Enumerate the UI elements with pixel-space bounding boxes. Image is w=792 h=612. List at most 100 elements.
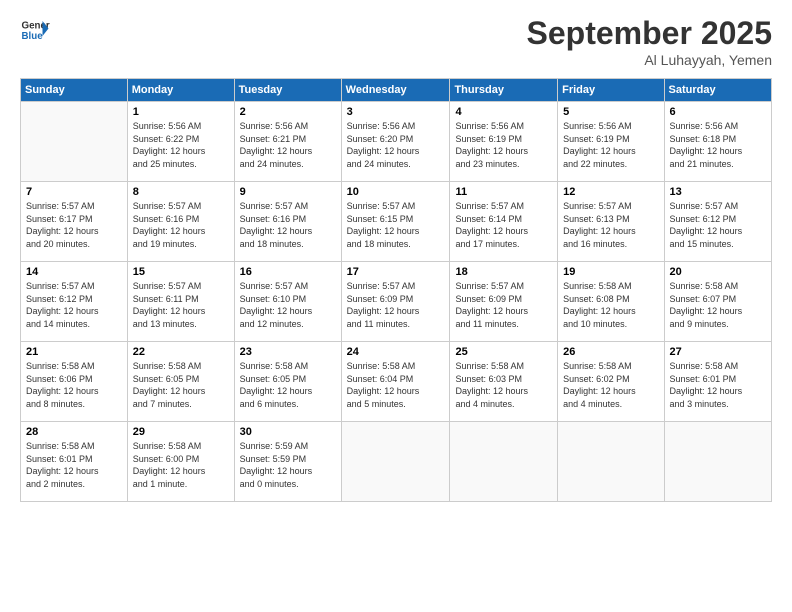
day-info: Sunrise: 5:58 AM Sunset: 6:04 PM Dayligh… (347, 360, 445, 410)
table-row: 19 Sunrise: 5:58 AM Sunset: 6:08 PM Dayli… (558, 262, 664, 342)
table-row: 6Sunrise: 5:56 AM Sunset: 6:18 PM Daylig… (664, 102, 771, 182)
day-info: Sunrise: 5:57 AM Sunset: 6:15 PM Dayligh… (347, 200, 445, 250)
day-number: 10 (347, 186, 445, 198)
table-row: 1 Sunrise: 5:56 AM Sunset: 6:22 PM Daylig… (127, 102, 234, 182)
table-row: 18 Sunrise: 5:57 AM Sunset: 6:09 PM Dayli… (450, 262, 558, 342)
calendar-table: Sunday Monday Tuesday Wednesday Thursday… (20, 78, 772, 502)
logo-icon: General Blue (20, 15, 50, 45)
day-info: Sunrise: 5:58 AM Sunset: 6:06 PM Dayligh… (26, 360, 122, 410)
calendar-week-row: 14 Sunrise: 5:57 AM Sunset: 6:12 PM Dayli… (21, 262, 772, 342)
svg-text:Blue: Blue (22, 31, 44, 42)
day-number: 11 (455, 186, 552, 198)
day-info: Sunrise: 5:58 AM Sunset: 6:00 PM Dayligh… (133, 440, 229, 490)
day-info: Sunrise: 5:56 AM Sunset: 6:22 PM Dayligh… (133, 120, 229, 170)
table-row: 26 Sunrise: 5:58 AM Sunset: 6:02 PM Dayli… (558, 342, 664, 422)
table-row: 27 Sunrise: 5:58 AM Sunset: 6:01 PM Dayli… (664, 342, 771, 422)
table-row: 14 Sunrise: 5:57 AM Sunset: 6:12 PM Dayli… (21, 262, 128, 342)
table-row: 8 Sunrise: 5:57 AM Sunset: 6:16 PM Daylig… (127, 182, 234, 262)
day-info: Sunrise: 5:56 AM Sunset: 6:21 PM Dayligh… (240, 120, 336, 170)
day-info: Sunrise: 5:57 AM Sunset: 6:09 PM Dayligh… (347, 280, 445, 330)
day-info: Sunrise: 5:56 AM Sunset: 6:19 PM Dayligh… (455, 120, 552, 170)
table-row (558, 422, 664, 502)
table-row: 30 Sunrise: 5:59 AM Sunset: 5:59 PM Dayli… (234, 422, 341, 502)
table-row: 20Sunrise: 5:58 AM Sunset: 6:07 PM Dayli… (664, 262, 771, 342)
day-info: Sunrise: 5:58 AM Sunset: 6:05 PM Dayligh… (240, 360, 336, 410)
day-number: 2 (240, 106, 336, 118)
day-number: 23 (240, 346, 336, 358)
table-row: 28Sunrise: 5:58 AM Sunset: 6:01 PM Dayli… (21, 422, 128, 502)
logo: General Blue (20, 15, 50, 45)
table-row: 23 Sunrise: 5:58 AM Sunset: 6:05 PM Dayli… (234, 342, 341, 422)
calendar-header-row: Sunday Monday Tuesday Wednesday Thursday… (21, 79, 772, 102)
day-number: 17 (347, 266, 445, 278)
day-info: Sunrise: 5:57 AM Sunset: 6:11 PM Dayligh… (133, 280, 229, 330)
day-info: Sunrise: 5:56 AM Sunset: 6:19 PM Dayligh… (563, 120, 658, 170)
day-info: Sunrise: 5:58 AM Sunset: 6:05 PM Dayligh… (133, 360, 229, 410)
day-number: 30 (240, 426, 336, 438)
calendar-week-row: 7 Sunrise: 5:57 AM Sunset: 6:17 PM Daylig… (21, 182, 772, 262)
header: General Blue September 2025 Al Luhayyah,… (20, 15, 772, 68)
page: General Blue September 2025 Al Luhayyah,… (0, 0, 792, 612)
table-row (664, 422, 771, 502)
day-number: 1 (133, 106, 229, 118)
day-number: 26 (563, 346, 658, 358)
day-info: Sunrise: 5:56 AM Sunset: 6:20 PM Dayligh… (347, 120, 445, 170)
day-number: 7 (26, 186, 122, 198)
day-number: 4 (455, 106, 552, 118)
day-number: 29 (133, 426, 229, 438)
day-number: 12 (563, 186, 658, 198)
day-number: 5 (563, 106, 658, 118)
day-number: 9 (240, 186, 336, 198)
day-info: Sunrise: 5:58 AM Sunset: 6:01 PM Dayligh… (26, 440, 122, 490)
table-row: 9 Sunrise: 5:57 AM Sunset: 6:16 PM Daylig… (234, 182, 341, 262)
day-number: 8 (133, 186, 229, 198)
col-wednesday: Wednesday (341, 79, 450, 102)
day-info: Sunrise: 5:57 AM Sunset: 6:16 PM Dayligh… (133, 200, 229, 250)
table-row (450, 422, 558, 502)
day-info: Sunrise: 5:57 AM Sunset: 6:09 PM Dayligh… (455, 280, 552, 330)
table-row: 11 Sunrise: 5:57 AM Sunset: 6:14 PM Dayli… (450, 182, 558, 262)
day-number: 21 (26, 346, 122, 358)
day-number: 6 (670, 106, 766, 118)
table-row: 29 Sunrise: 5:58 AM Sunset: 6:00 PM Dayli… (127, 422, 234, 502)
day-info: Sunrise: 5:57 AM Sunset: 6:12 PM Dayligh… (670, 200, 766, 250)
day-info: Sunrise: 5:57 AM Sunset: 6:17 PM Dayligh… (26, 200, 122, 250)
day-number: 20 (670, 266, 766, 278)
table-row: 2 Sunrise: 5:56 AM Sunset: 6:21 PM Daylig… (234, 102, 341, 182)
day-number: 18 (455, 266, 552, 278)
day-number: 27 (670, 346, 766, 358)
day-info: Sunrise: 5:59 AM Sunset: 5:59 PM Dayligh… (240, 440, 336, 490)
calendar-week-row: 28Sunrise: 5:58 AM Sunset: 6:01 PM Dayli… (21, 422, 772, 502)
col-thursday: Thursday (450, 79, 558, 102)
calendar-week-row: 21 Sunrise: 5:58 AM Sunset: 6:06 PM Dayli… (21, 342, 772, 422)
table-row: 13 Sunrise: 5:57 AM Sunset: 6:12 PM Dayli… (664, 182, 771, 262)
title-block: September 2025 Al Luhayyah, Yemen (527, 15, 772, 68)
col-monday: Monday (127, 79, 234, 102)
day-info: Sunrise: 5:57 AM Sunset: 6:14 PM Dayligh… (455, 200, 552, 250)
table-row (21, 102, 128, 182)
day-info: Sunrise: 5:58 AM Sunset: 6:02 PM Dayligh… (563, 360, 658, 410)
day-info: Sunrise: 5:58 AM Sunset: 6:01 PM Dayligh… (670, 360, 766, 410)
day-number: 19 (563, 266, 658, 278)
table-row: 22 Sunrise: 5:58 AM Sunset: 6:05 PM Dayli… (127, 342, 234, 422)
day-number: 13 (670, 186, 766, 198)
table-row: 25Sunrise: 5:58 AM Sunset: 6:03 PM Dayli… (450, 342, 558, 422)
table-row (341, 422, 450, 502)
table-row: 5 Sunrise: 5:56 AM Sunset: 6:19 PM Daylig… (558, 102, 664, 182)
day-info: Sunrise: 5:57 AM Sunset: 6:16 PM Dayligh… (240, 200, 336, 250)
day-number: 22 (133, 346, 229, 358)
day-info: Sunrise: 5:57 AM Sunset: 6:12 PM Dayligh… (26, 280, 122, 330)
table-row: 12 Sunrise: 5:57 AM Sunset: 6:13 PM Dayli… (558, 182, 664, 262)
calendar-week-row: 1 Sunrise: 5:56 AM Sunset: 6:22 PM Daylig… (21, 102, 772, 182)
day-number: 24 (347, 346, 445, 358)
table-row: 4 Sunrise: 5:56 AM Sunset: 6:19 PM Daylig… (450, 102, 558, 182)
day-info: Sunrise: 5:58 AM Sunset: 6:08 PM Dayligh… (563, 280, 658, 330)
day-number: 14 (26, 266, 122, 278)
col-tuesday: Tuesday (234, 79, 341, 102)
day-number: 16 (240, 266, 336, 278)
day-number: 15 (133, 266, 229, 278)
day-number: 3 (347, 106, 445, 118)
day-info: Sunrise: 5:57 AM Sunset: 6:13 PM Dayligh… (563, 200, 658, 250)
table-row: 24 Sunrise: 5:58 AM Sunset: 6:04 PM Dayli… (341, 342, 450, 422)
col-friday: Friday (558, 79, 664, 102)
